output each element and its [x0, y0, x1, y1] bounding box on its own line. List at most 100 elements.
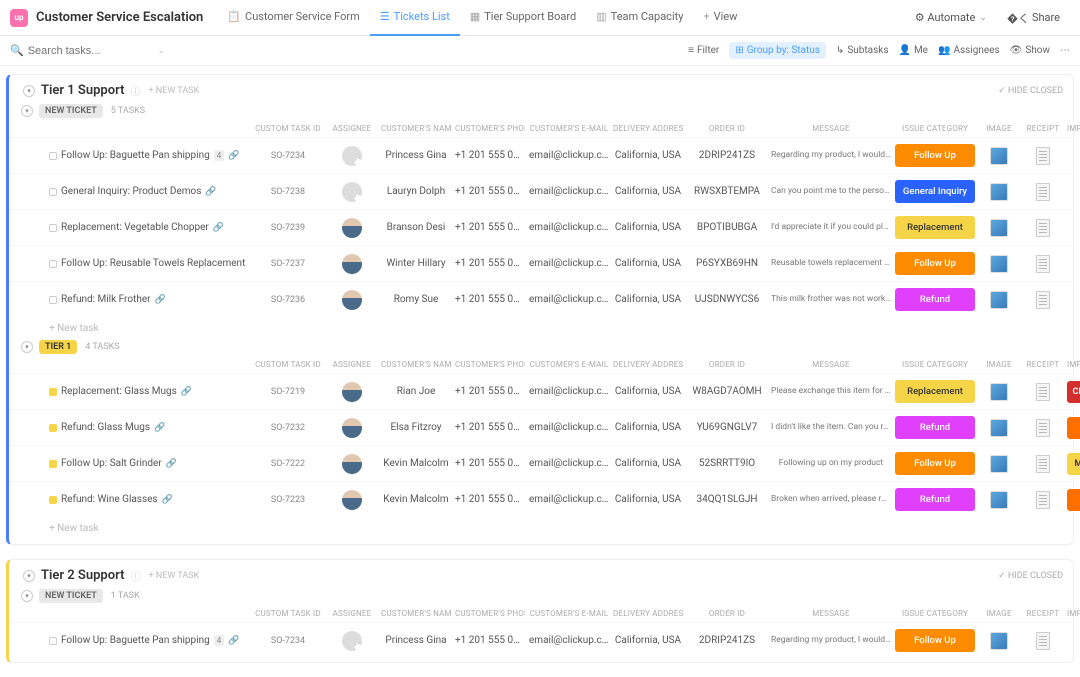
column-header[interactable]: ORDER ID — [687, 360, 767, 369]
assignee-avatar[interactable] — [342, 290, 362, 310]
show-button[interactable]: 👁Show — [1010, 45, 1050, 56]
link-icon[interactable]: 🔗 — [228, 151, 239, 161]
link-icon[interactable]: 🔗 — [228, 636, 239, 646]
table-row[interactable]: General Inquiry: Product Demos 🔗 SO-7238… — [9, 173, 1073, 209]
status-dot[interactable] — [49, 424, 57, 432]
hide-closed[interactable]: ✓ HIDE CLOSED — [998, 571, 1063, 581]
receipt-thumb[interactable] — [1036, 291, 1050, 309]
task-name-cell[interactable]: General Inquiry: Product Demos 🔗 — [49, 186, 249, 197]
task-name-cell[interactable]: Replacement: Vegetable Chopper 🔗 — [49, 222, 249, 233]
table-row[interactable]: Replacement: Vegetable Chopper 🔗 SO-7239… — [9, 209, 1073, 245]
task-name-cell[interactable]: Follow Up: Reusable Towels Replacement 🔗 — [49, 258, 249, 269]
assignee-avatar[interactable] — [342, 418, 362, 438]
column-header[interactable]: IMAGE — [979, 360, 1019, 369]
image-thumb[interactable] — [990, 455, 1008, 473]
status-dot[interactable] — [49, 496, 57, 504]
status-dot[interactable] — [49, 152, 57, 160]
group-badge[interactable]: NEW TICKET — [39, 589, 103, 603]
column-header[interactable]: MESSAGE — [771, 609, 891, 618]
column-header[interactable]: IMPACT LEVEL — [1067, 609, 1080, 618]
category-badge[interactable]: Refund — [895, 416, 975, 439]
receipt-thumb[interactable] — [1036, 183, 1050, 201]
group-button[interactable]: ⊞Group by: Status — [729, 42, 826, 59]
assignee-avatar[interactable] — [342, 490, 362, 510]
category-badge[interactable]: Follow Up — [895, 629, 975, 652]
table-row[interactable]: Follow Up: Salt Grinder 🔗 SO-7222 Kevin … — [9, 445, 1073, 481]
collapse-icon[interactable]: ▾ — [21, 590, 33, 602]
task-name-cell[interactable]: Follow Up: Baguette Pan shipping 4 🔗 — [49, 150, 249, 161]
image-thumb[interactable] — [990, 147, 1008, 165]
column-header[interactable]: CUSTOMER'S NAME — [381, 124, 451, 133]
column-header[interactable]: CUSTOMER'S NAME — [381, 609, 451, 618]
receipt-thumb[interactable] — [1036, 219, 1050, 237]
column-header[interactable]: MESSAGE — [771, 360, 891, 369]
add-task-row[interactable]: + New task — [9, 517, 1073, 540]
column-header[interactable] — [49, 124, 249, 133]
column-header[interactable]: CUSTOM TASK ID — [253, 609, 323, 618]
column-header[interactable]: CUSTOMER'S E-MAIL — [529, 609, 609, 618]
link-icon[interactable]: 🔗 — [162, 495, 173, 505]
column-header[interactable]: RECEIPT — [1023, 609, 1063, 618]
category-badge[interactable]: Replacement — [895, 216, 975, 239]
filter-button[interactable]: ≡Filter — [688, 45, 719, 56]
column-header[interactable]: DELIVERY ADDRESS — [613, 609, 683, 618]
task-name-cell[interactable]: Replacement: Glass Mugs 🔗 — [49, 386, 249, 397]
receipt-thumb[interactable] — [1036, 147, 1050, 165]
group-badge[interactable]: NEW TICKET — [39, 104, 103, 118]
status-dot[interactable] — [49, 224, 57, 232]
column-header[interactable]: MESSAGE — [771, 124, 891, 133]
column-header[interactable]: CUSTOM TASK ID — [253, 124, 323, 133]
category-badge[interactable]: Follow Up — [895, 452, 975, 475]
new-task-link[interactable]: + NEW TASK — [148, 571, 199, 581]
collapse-icon[interactable]: ▾ — [23, 85, 35, 97]
table-row[interactable]: Refund: Wine Glasses 🔗 SO-7223 Kevin Mal… — [9, 481, 1073, 517]
image-thumb[interactable] — [990, 491, 1008, 509]
collapse-icon[interactable]: ▾ — [21, 105, 33, 117]
column-header[interactable]: ASSIGNEE — [327, 360, 377, 369]
more-button[interactable]: ⋯ — [1060, 45, 1070, 56]
me-button[interactable]: 👤Me — [898, 45, 928, 56]
assignee-avatar[interactable] — [342, 631, 362, 651]
receipt-thumb[interactable] — [1036, 455, 1050, 473]
column-header[interactable]: ASSIGNEE — [327, 124, 377, 133]
image-thumb[interactable] — [990, 219, 1008, 237]
hide-closed[interactable]: ✓ HIDE CLOSED — [998, 86, 1063, 96]
assignee-avatar[interactable] — [342, 218, 362, 238]
column-header[interactable]: ISSUE CATEGORY — [895, 360, 975, 369]
column-header[interactable]: CUSTOMER'S E-MAIL — [529, 124, 609, 133]
receipt-thumb[interactable] — [1036, 632, 1050, 650]
assignees-button[interactable]: 👥Assignees — [938, 45, 1000, 56]
table-row[interactable]: Follow Up: Reusable Towels Replacement 🔗… — [9, 245, 1073, 281]
image-thumb[interactable] — [990, 419, 1008, 437]
table-row[interactable]: Follow Up: Baguette Pan shipping 4 🔗 SO-… — [9, 622, 1073, 658]
chevron-down-icon[interactable]: ⌄ — [158, 46, 165, 55]
column-header[interactable]: ISSUE CATEGORY — [895, 609, 975, 618]
category-badge[interactable]: Follow Up — [895, 252, 975, 275]
task-name-cell[interactable]: Refund: Milk Frother 🔗 — [49, 294, 249, 305]
receipt-thumb[interactable] — [1036, 255, 1050, 273]
link-icon[interactable]: 🔗 — [205, 187, 216, 197]
assignee-avatar[interactable] — [342, 382, 362, 402]
tab-board[interactable]: ▦Tier Support Board — [460, 0, 586, 36]
add-task-row[interactable]: + New task — [9, 317, 1073, 340]
receipt-thumb[interactable] — [1036, 383, 1050, 401]
column-header[interactable]: DELIVERY ADDRESS — [613, 360, 683, 369]
task-name-cell[interactable]: Follow Up: Baguette Pan shipping 4 🔗 — [49, 635, 249, 646]
column-header[interactable]: CUSTOMER'S PHONE — [455, 360, 525, 369]
status-dot[interactable] — [49, 260, 57, 268]
tab-capacity[interactable]: ▥Team Capacity — [586, 0, 693, 36]
link-icon[interactable]: 🔗 — [181, 387, 192, 397]
share-button[interactable]: �く Share — [997, 6, 1070, 30]
receipt-thumb[interactable] — [1036, 419, 1050, 437]
column-header[interactable]: IMPACT LEVEL — [1067, 360, 1080, 369]
new-task-link[interactable]: + NEW TASK — [148, 86, 199, 96]
table-row[interactable]: Refund: Milk Frother 🔗 SO-7236 Romy Sue … — [9, 281, 1073, 317]
column-header[interactable]: CUSTOM TASK ID — [253, 360, 323, 369]
image-thumb[interactable] — [990, 383, 1008, 401]
add-view[interactable]: +View — [693, 0, 747, 36]
assignee-avatar[interactable] — [342, 254, 362, 274]
assignee-avatar[interactable] — [342, 182, 362, 202]
tab-form[interactable]: 📋Customer Service Form — [217, 0, 369, 36]
search-input[interactable] — [28, 45, 118, 57]
column-header[interactable]: CUSTOMER'S NAME — [381, 360, 451, 369]
